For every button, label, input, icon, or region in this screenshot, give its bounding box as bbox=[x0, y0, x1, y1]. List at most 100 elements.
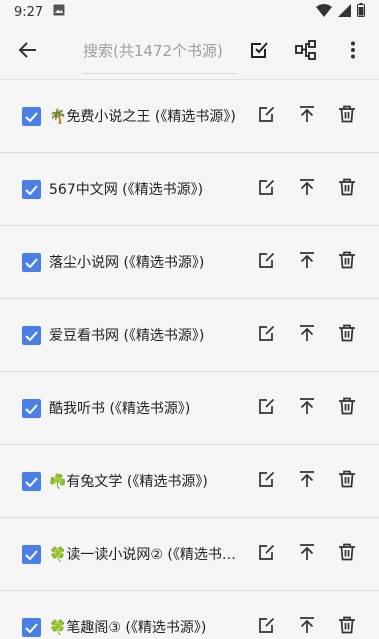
check-icon bbox=[25, 253, 38, 272]
source-name: 567中文网 (《精选书源》) bbox=[49, 182, 204, 198]
battery-icon bbox=[357, 3, 365, 21]
edit-icon bbox=[258, 470, 276, 492]
status-time: 9:27 bbox=[14, 4, 44, 20]
move-to-top-button[interactable] bbox=[287, 388, 327, 428]
edit-icon bbox=[258, 543, 276, 565]
edit-button[interactable] bbox=[247, 169, 287, 209]
checkbox[interactable] bbox=[22, 544, 41, 564]
delete-icon bbox=[338, 324, 356, 346]
image-icon bbox=[53, 4, 65, 20]
move-to-top-button[interactable] bbox=[287, 534, 327, 574]
toolbar bbox=[0, 24, 379, 80]
list-item[interactable]: 🍀笔趣阁③ (《精选书源》) bbox=[0, 591, 379, 639]
delete-button[interactable] bbox=[327, 461, 367, 501]
row-actions bbox=[247, 169, 367, 209]
delete-icon bbox=[338, 470, 356, 492]
edit-button[interactable] bbox=[247, 96, 287, 136]
wifi-icon bbox=[316, 3, 332, 21]
row-actions bbox=[247, 461, 367, 501]
checkbox[interactable] bbox=[22, 325, 41, 345]
edit-button[interactable] bbox=[247, 242, 287, 282]
delete-icon bbox=[338, 543, 356, 565]
row-actions bbox=[247, 607, 367, 639]
move-to-top-button[interactable] bbox=[287, 96, 327, 136]
move-to-top-button[interactable] bbox=[287, 461, 327, 501]
delete-button[interactable] bbox=[327, 315, 367, 355]
edit-button[interactable] bbox=[247, 315, 287, 355]
list-item[interactable]: ☘️有兔文学 (《精选书源》) bbox=[0, 445, 379, 518]
status-bar: 9:27 bbox=[0, 0, 379, 24]
list-item[interactable]: 爱豆看书网 (《精选书源》) bbox=[0, 299, 379, 372]
delete-button[interactable] bbox=[327, 169, 367, 209]
delete-button[interactable] bbox=[327, 96, 367, 136]
delete-button[interactable] bbox=[327, 388, 367, 428]
list-item[interactable]: 🍀读一读小说网② (《精选书源》) bbox=[0, 518, 379, 591]
check-icon bbox=[25, 180, 38, 199]
source-name: 🍀读一读小说网② (《精选书源》) bbox=[49, 547, 241, 563]
row-actions bbox=[247, 534, 367, 574]
checkbox[interactable] bbox=[22, 471, 41, 491]
checkbox[interactable] bbox=[22, 106, 41, 126]
back-button[interactable] bbox=[4, 28, 51, 76]
select-all-icon bbox=[249, 40, 269, 64]
group-icon bbox=[295, 39, 317, 64]
move-to-top-icon bbox=[298, 178, 316, 200]
row-actions bbox=[247, 96, 367, 136]
move-to-top-button[interactable] bbox=[287, 169, 327, 209]
search-input[interactable] bbox=[83, 42, 236, 60]
delete-icon bbox=[338, 616, 356, 638]
edit-icon bbox=[258, 178, 276, 200]
list-item[interactable]: 🌴免费小说之王 (《精选书源》) bbox=[0, 80, 379, 153]
edit-icon bbox=[258, 324, 276, 346]
delete-button[interactable] bbox=[327, 242, 367, 282]
move-to-top-icon bbox=[298, 470, 316, 492]
edit-button[interactable] bbox=[247, 388, 287, 428]
source-name: 落尘小说网 (《精选书源》) bbox=[49, 255, 205, 271]
check-icon bbox=[25, 107, 38, 126]
edit-button[interactable] bbox=[247, 534, 287, 574]
more-options-button[interactable] bbox=[330, 28, 377, 76]
checkbox[interactable] bbox=[22, 252, 41, 272]
checkbox[interactable] bbox=[22, 617, 41, 637]
search-box[interactable] bbox=[83, 30, 236, 74]
list-item[interactable]: 落尘小说网 (《精选书源》) bbox=[0, 226, 379, 299]
list-item[interactable]: 酷我听书 (《精选书源》) bbox=[0, 372, 379, 445]
edit-icon bbox=[258, 397, 276, 419]
move-to-top-icon bbox=[298, 616, 316, 638]
back-arrow-icon bbox=[18, 40, 38, 64]
group-button[interactable] bbox=[283, 28, 330, 76]
check-icon bbox=[25, 618, 38, 637]
edit-button[interactable] bbox=[247, 607, 287, 639]
move-to-top-icon bbox=[298, 324, 316, 346]
delete-button[interactable] bbox=[327, 534, 367, 574]
check-icon bbox=[25, 399, 38, 418]
delete-icon bbox=[338, 178, 356, 200]
source-list: 🌴免费小说之王 (《精选书源》) 567中文网 (《精选书源》) 落尘小说网 (… bbox=[0, 80, 379, 639]
signal-icon bbox=[338, 3, 351, 21]
move-to-top-button[interactable] bbox=[287, 315, 327, 355]
check-icon bbox=[25, 326, 38, 345]
edit-icon bbox=[258, 616, 276, 638]
source-name: 🍀笔趣阁③ (《精选书源》) bbox=[49, 620, 207, 636]
move-to-top-icon bbox=[298, 543, 316, 565]
select-all-button[interactable] bbox=[236, 28, 283, 76]
edit-button[interactable] bbox=[247, 461, 287, 501]
checkbox[interactable] bbox=[22, 398, 41, 418]
row-actions bbox=[247, 315, 367, 355]
list-item[interactable]: 567中文网 (《精选书源》) bbox=[0, 153, 379, 226]
move-to-top-button[interactable] bbox=[287, 242, 327, 282]
source-name: 🌴免费小说之王 (《精选书源》) bbox=[49, 109, 236, 125]
move-to-top-button[interactable] bbox=[287, 607, 327, 639]
check-icon bbox=[25, 545, 38, 564]
move-to-top-icon bbox=[298, 397, 316, 419]
row-actions bbox=[247, 242, 367, 282]
delete-button[interactable] bbox=[327, 607, 367, 639]
checkbox[interactable] bbox=[22, 179, 41, 199]
move-to-top-icon bbox=[298, 105, 316, 127]
move-to-top-icon bbox=[298, 251, 316, 273]
source-name: 酷我听书 (《精选书源》) bbox=[49, 401, 191, 417]
edit-icon bbox=[258, 105, 276, 127]
delete-icon bbox=[338, 397, 356, 419]
source-name: 爱豆看书网 (《精选书源》) bbox=[49, 328, 205, 344]
delete-icon bbox=[338, 105, 356, 127]
